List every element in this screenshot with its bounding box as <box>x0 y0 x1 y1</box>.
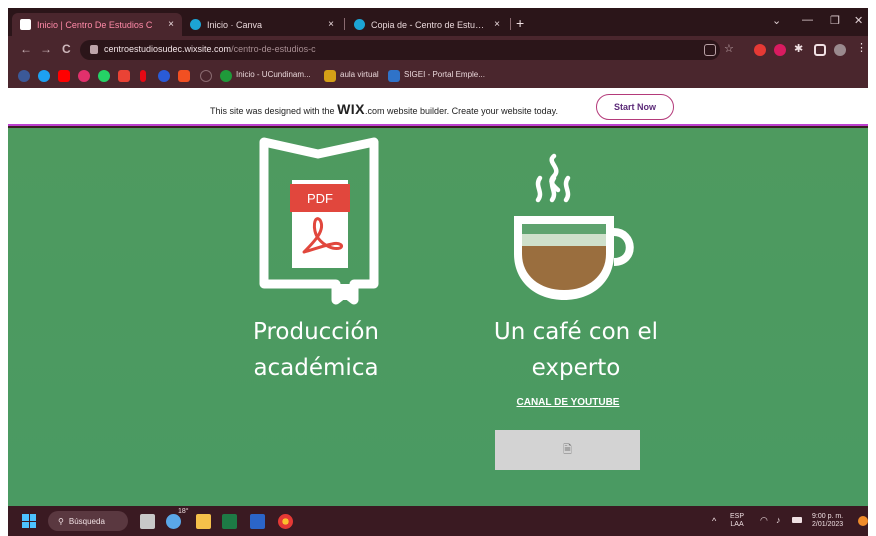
clock-time: 9:00 p. m. <box>812 513 844 520</box>
lang-layout: LAA <box>730 521 744 528</box>
file-explorer-icon[interactable] <box>196 514 211 529</box>
search-icon: ⚲ <box>58 516 64 526</box>
banner-text-after: .com website builder. Create your websit… <box>365 106 558 116</box>
extensions-puzzle-icon[interactable]: ✱ <box>794 42 806 55</box>
wix-logo: WIX <box>337 101 366 117</box>
tab-label: Copia de - Centro de Estudios c <box>371 19 487 30</box>
weather-temp: 18° <box>178 508 189 515</box>
wix-banner-text: This site was designed with the WIX.com … <box>210 101 558 117</box>
url-host: centroestudiosudec.wixsite.com <box>104 44 232 54</box>
document-icon: 🗎 <box>563 443 572 456</box>
close-tab-icon[interactable]: × <box>494 19 500 30</box>
pdf-badge-label: PDF <box>307 191 333 206</box>
pdf-document-icon[interactable]: PDF <box>256 134 386 306</box>
close-tab-icon[interactable]: × <box>168 19 174 30</box>
page-content: PDF Producción académica Un café con el … <box>8 128 868 506</box>
bookmark-icon[interactable] <box>200 70 212 82</box>
volume-icon[interactable]: ♪ <box>776 516 781 525</box>
new-tab-button[interactable]: + <box>516 15 524 31</box>
extension-icon[interactable] <box>754 44 766 56</box>
profile-avatar[interactable] <box>834 44 846 56</box>
tab-label: Inicio · Canva <box>207 19 263 30</box>
tab-label: Inicio | Centro De Estudios C <box>37 19 153 30</box>
windows-taskbar: ⚲ Búsqueda 18° ^ ESP LAA ◠ ♪ 9:00 p. m. 2… <box>8 506 868 536</box>
canva-favicon-icon <box>190 19 201 30</box>
ucundinamarca-icon <box>220 70 232 82</box>
minimize-button[interactable]: — <box>802 14 813 26</box>
maximize-button[interactable]: ❐ <box>830 14 840 27</box>
browser-toolbar: ← → C centroestudiosudec.wixsite.com/cen… <box>8 36 868 64</box>
taskbar-search[interactable]: ⚲ Búsqueda <box>48 511 128 531</box>
wix-banner: This site was designed with the WIX.com … <box>8 88 868 126</box>
back-button[interactable]: ← <box>20 42 32 56</box>
heading-line: Producción <box>253 319 379 345</box>
url-text: centroestudiosudec.wixsite.com/centro-de… <box>104 44 316 54</box>
coffee-cup-icon[interactable] <box>504 136 644 308</box>
weather-icon[interactable] <box>166 514 181 529</box>
browser-window: Inicio | Centro De Estudios C × Inicio ·… <box>8 8 868 536</box>
tab-search-icon[interactable]: ⌄ <box>772 14 781 27</box>
sidebar-icon[interactable] <box>814 44 826 56</box>
start-now-button[interactable]: Start Now <box>596 94 674 120</box>
language-indicator[interactable]: ESP LAA <box>730 513 744 529</box>
bookmark-inicio-ucundinamarca[interactable]: Inicio - UCundinam... <box>236 70 311 79</box>
instagram-icon[interactable] <box>78 70 90 82</box>
banner-text-before: This site was designed with the <box>210 106 338 116</box>
youtube-icon[interactable] <box>58 70 70 82</box>
tray-chevron-icon[interactable]: ^ <box>712 517 716 526</box>
tab-separator <box>344 18 345 30</box>
close-tab-icon[interactable]: × <box>328 19 334 30</box>
video-embed-placeholder[interactable]: 🗎 <box>495 430 640 470</box>
task-view-icon[interactable] <box>140 514 155 529</box>
produccion-academica-heading[interactable]: Producción académica <box>226 314 406 386</box>
cafe-con-el-experto-heading[interactable]: Un café con el experto <box>476 314 676 386</box>
canva-favicon-icon <box>354 19 365 30</box>
tab-strip: Inicio | Centro De Estudios C × Inicio ·… <box>8 8 868 36</box>
twitter-icon[interactable] <box>38 70 50 82</box>
heading-line: experto <box>531 355 621 381</box>
lock-icon <box>90 45 98 54</box>
url-path: /centro-de-estudios-c <box>231 44 316 54</box>
aula-virtual-icon <box>324 70 336 82</box>
tab-canva[interactable]: Inicio · Canva × <box>182 13 342 36</box>
share-icon[interactable] <box>704 44 716 56</box>
bookmark-star-icon[interactable]: ☆ <box>724 42 736 55</box>
battery-icon[interactable] <box>792 517 802 523</box>
netflix-icon[interactable] <box>140 70 146 82</box>
youtube-channel-link[interactable]: CANAL DE YOUTUBE <box>508 397 628 408</box>
bookmark-sigei[interactable]: SIGEI - Portal Emple... <box>404 70 485 79</box>
forward-button[interactable]: → <box>40 42 52 56</box>
notification-icon[interactable] <box>858 516 868 526</box>
address-bar[interactable]: centroestudiosudec.wixsite.com/centro-de… <box>80 40 720 60</box>
word-icon[interactable] <box>250 514 265 529</box>
tab-copia-centro[interactable]: Copia de - Centro de Estudios c × <box>346 13 508 36</box>
wifi-icon[interactable]: ◠ <box>760 516 768 525</box>
microsoft-icon[interactable] <box>178 70 190 82</box>
windows-start-icon[interactable] <box>22 514 36 528</box>
sigei-icon <box>388 70 400 82</box>
bookmark-icon[interactable] <box>158 70 170 82</box>
lang-code: ESP <box>730 513 745 520</box>
wix-favicon-icon <box>20 19 31 30</box>
reload-button[interactable]: C <box>62 42 71 56</box>
chrome-icon[interactable] <box>278 514 293 529</box>
close-window-button[interactable]: ✕ <box>854 14 863 27</box>
clock[interactable]: 9:00 p. m. 2/01/2023 <box>812 513 843 529</box>
gmail-icon[interactable] <box>118 70 130 82</box>
heading-line: académica <box>253 355 379 381</box>
excel-icon[interactable] <box>222 514 237 529</box>
tab-separator <box>510 18 511 30</box>
menu-dots-icon[interactable]: ⋮ <box>856 41 868 54</box>
whatsapp-icon[interactable] <box>98 70 110 82</box>
bookmarks-bar: Inicio - UCundinam... aula virtual SIGEI… <box>8 64 868 88</box>
steam-icon <box>535 153 571 203</box>
heading-line: Un café con el <box>493 319 659 345</box>
facebook-icon[interactable] <box>18 70 30 82</box>
search-label: Búsqueda <box>68 516 105 526</box>
tab-inicio-centro[interactable]: Inicio | Centro De Estudios C × <box>12 13 182 36</box>
extension-icon[interactable] <box>774 44 786 56</box>
bookmark-aula-virtual[interactable]: aula virtual <box>340 70 379 79</box>
clock-date: 2/01/2023 <box>812 521 844 528</box>
